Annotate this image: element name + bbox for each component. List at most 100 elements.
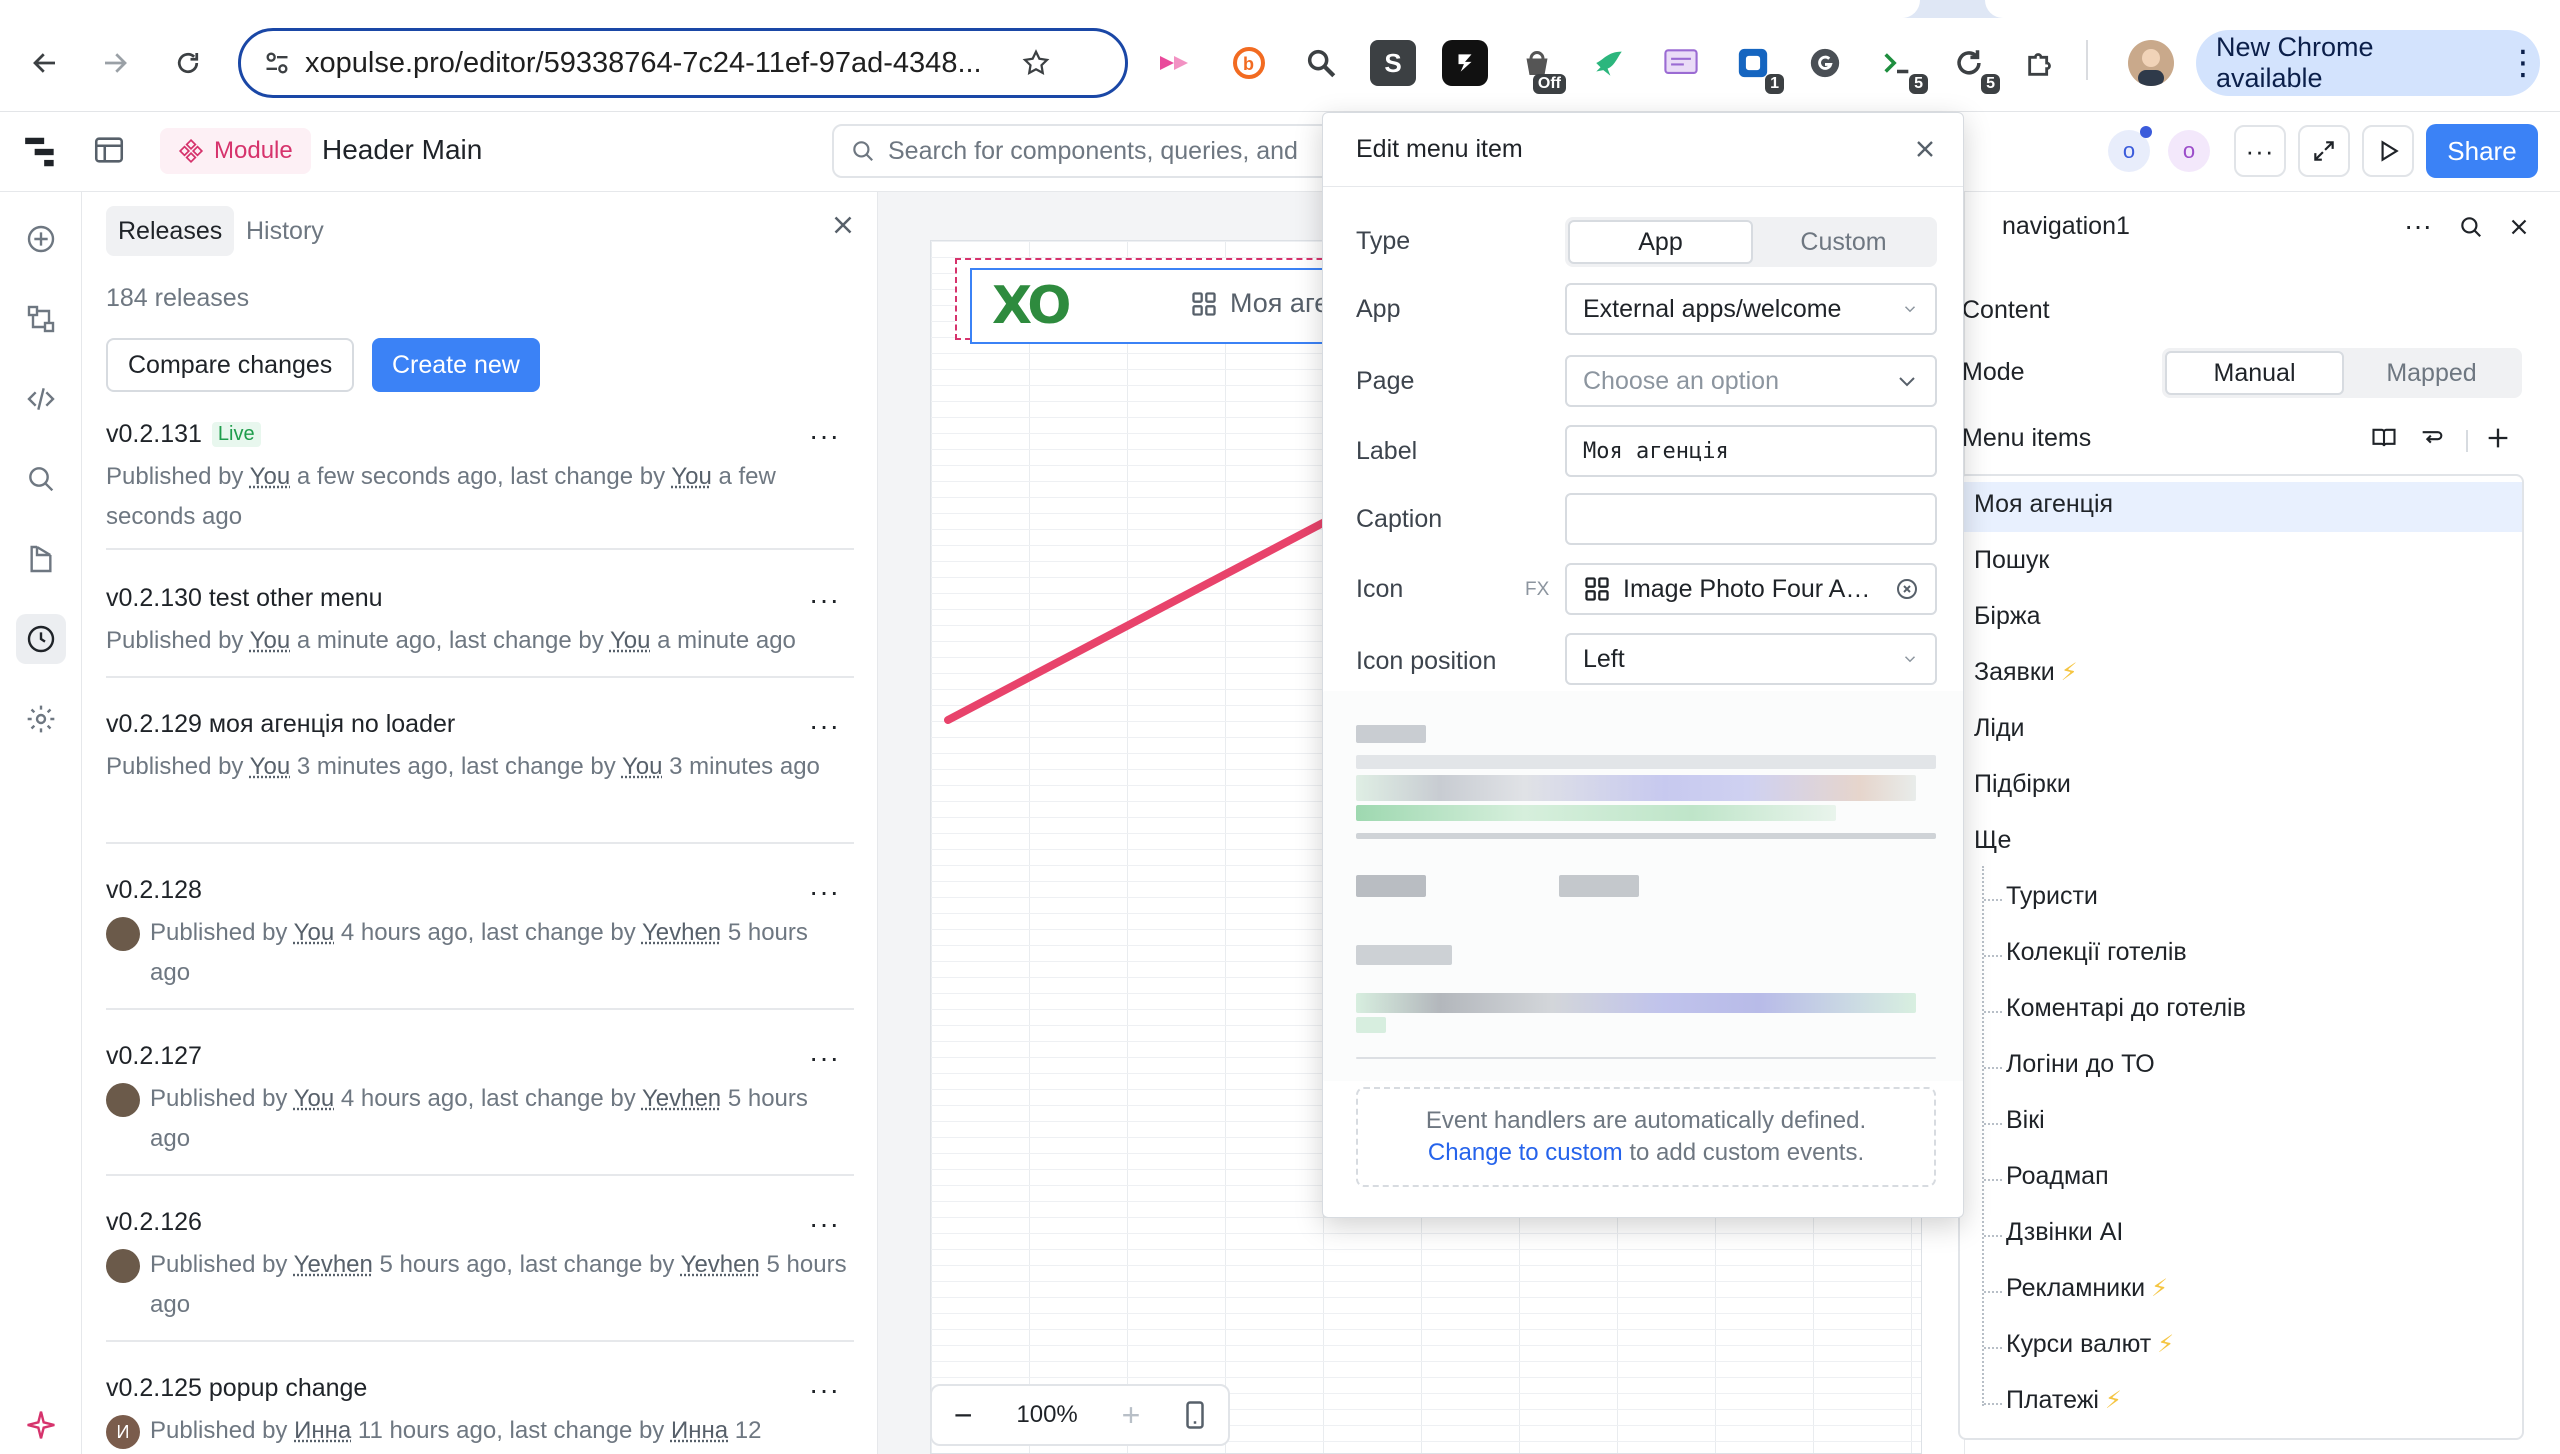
component-name[interactable]: navigation1 — [2002, 212, 2130, 241]
new-chrome-button[interactable]: New Chrome available ⋮ — [2196, 30, 2540, 96]
menu-list-item[interactable]: Платежі ⚡ — [2006, 1386, 2122, 1415]
release-more-icon[interactable]: ··· — [809, 876, 840, 908]
s-ext-icon[interactable]: S — [1370, 40, 1416, 86]
menu-list-item[interactable]: Ще — [1974, 826, 2011, 855]
page-title[interactable]: Header Main — [322, 134, 482, 166]
nav-menu-item[interactable]: Моя аге — [1190, 288, 1329, 319]
arrow-ext-icon[interactable] — [1153, 40, 1199, 86]
component-search-input[interactable]: Search for components, queries, and — [832, 124, 1332, 178]
close-icon[interactable] — [1911, 135, 1939, 163]
menu-list-item[interactable]: Пошук — [1974, 546, 2049, 575]
share-button[interactable]: Share — [2426, 124, 2538, 178]
b-ext-icon[interactable]: b — [1226, 40, 1272, 86]
icon-position-select[interactable]: Left — [1565, 633, 1937, 685]
inspector-search-icon[interactable] — [2458, 214, 2484, 240]
wrap-icon[interactable] — [2418, 424, 2446, 452]
component-tree-icon[interactable] — [16, 294, 66, 344]
state-icon[interactable] — [16, 534, 66, 584]
compare-changes-button[interactable]: Compare changes — [106, 338, 355, 392]
tab-releases[interactable]: Releases — [106, 206, 235, 256]
menu-list-item[interactable]: Коментарі до готелів — [2006, 994, 2246, 1023]
type-toggle[interactable]: App Custom — [1565, 217, 1937, 267]
change-to-custom-link[interactable]: Change to custom — [1428, 1139, 1623, 1166]
puzzle-ext-icon[interactable] — [2018, 40, 2064, 86]
more-options-button[interactable]: ··· — [2234, 125, 2286, 177]
release-item[interactable]: v0.2.130 test other menu ··· Published b… — [106, 584, 854, 678]
type-app[interactable]: App — [1568, 220, 1753, 264]
magnifier-ext-icon[interactable] — [1298, 40, 1344, 86]
inspector-close-icon[interactable] — [2506, 214, 2532, 240]
release-more-icon[interactable]: ··· — [809, 1208, 840, 1240]
menu-list-item[interactable]: Біржа — [1974, 602, 2041, 631]
tools-ext-icon[interactable]: 5 — [1874, 40, 1928, 94]
create-release-button[interactable]: Create new — [372, 338, 540, 392]
release-item[interactable]: v0.2.131 Live ··· Published by You a few … — [106, 420, 854, 550]
release-more-icon[interactable]: ··· — [809, 420, 840, 452]
close-icon[interactable] — [828, 210, 858, 240]
type-custom[interactable]: Custom — [1753, 220, 1934, 264]
address-bar[interactable]: xopulse.pro/editor/59338764-7c24-11ef-97… — [238, 28, 1128, 98]
reload-button[interactable] — [163, 38, 213, 88]
menu-list-item[interactable]: Моя агенція — [1974, 490, 2113, 519]
zoom-in-icon[interactable]: + — [1122, 1397, 1141, 1434]
tab-history[interactable]: History — [234, 206, 336, 256]
label-input[interactable]: Моя агенція — [1565, 425, 1937, 477]
pen-ext-icon[interactable] — [1442, 40, 1488, 86]
grammar-ext-icon[interactable] — [1802, 40, 1848, 86]
menu-list-item[interactable]: Ліди — [1974, 714, 2025, 743]
release-item[interactable]: v0.2.126 ··· Published by Yevhen 5 hours… — [106, 1208, 854, 1342]
kebab-menu-icon[interactable]: ⋮ — [2506, 46, 2540, 80]
code-icon[interactable] — [16, 374, 66, 424]
release-more-icon[interactable]: ··· — [809, 710, 840, 742]
zoom-level[interactable]: 100% — [1016, 1401, 1077, 1429]
back-button[interactable] — [20, 38, 70, 88]
menu-list-item[interactable]: Заявки ⚡ — [1974, 658, 2078, 687]
preview-button[interactable] — [2362, 125, 2414, 177]
settings-gear-icon[interactable] — [16, 694, 66, 744]
app-select[interactable]: External apps/welcome — [1565, 283, 1937, 335]
url-text[interactable]: xopulse.pro/editor/59338764-7c24-11ef-97… — [305, 47, 1005, 80]
page-select[interactable]: Choose an option — [1565, 355, 1937, 407]
menu-list-item[interactable]: Туристи — [2006, 882, 2098, 911]
release-more-icon[interactable]: ··· — [809, 584, 840, 616]
device-icon[interactable] — [1184, 1400, 1206, 1430]
translate-ext-icon[interactable] — [1658, 40, 1704, 86]
release-more-icon[interactable]: ··· — [809, 1374, 840, 1406]
refresh-ext-icon[interactable]: 5 — [1946, 40, 2000, 94]
add-item-icon[interactable] — [2484, 424, 2512, 452]
presence-avatar[interactable]: o — [2168, 130, 2210, 172]
mode-manual[interactable]: Manual — [2165, 351, 2344, 395]
site-info-icon[interactable] — [263, 49, 291, 77]
ai-sparkle-icon[interactable] — [16, 1400, 66, 1450]
fullscreen-button[interactable] — [2298, 125, 2350, 177]
release-item[interactable]: v0.2.125 popup change ··· И Published by … — [106, 1374, 854, 1454]
inactive-tab[interactable] — [1985, 0, 2560, 18]
search-rail-icon[interactable] — [16, 454, 66, 504]
active-tab[interactable] — [0, 0, 1920, 18]
book-icon[interactable] — [2370, 424, 2398, 452]
forward-button[interactable] — [90, 38, 140, 88]
release-more-icon[interactable]: ··· — [809, 1042, 840, 1074]
menu-list-item[interactable]: Дзвінки AI — [2006, 1218, 2123, 1247]
menu-list-item[interactable]: Вікі — [2006, 1106, 2045, 1135]
mode-mapped[interactable]: Mapped — [2344, 351, 2519, 395]
menu-list-item[interactable]: Рекламники ⚡ — [2006, 1274, 2168, 1303]
off-ext-icon[interactable]: Off — [1514, 40, 1566, 94]
inspector-more-icon[interactable]: ··· — [2404, 210, 2432, 242]
content-section-label[interactable]: Content — [1962, 296, 2050, 325]
app-logo-icon[interactable] — [22, 133, 60, 171]
release-item[interactable]: v0.2.127 ··· Published by You 4 hours ag… — [106, 1042, 854, 1176]
bookmark-star-icon[interactable] — [1021, 48, 1051, 78]
releases-icon[interactable] — [16, 614, 66, 664]
mode-toggle[interactable]: Manual Mapped — [2162, 348, 2522, 398]
clear-icon[interactable] — [1895, 577, 1919, 601]
add-component-icon[interactable] — [16, 214, 66, 264]
icon-select[interactable]: Image Photo Four Alt... — [1565, 563, 1937, 615]
menu-list-item[interactable]: Логіни до ТО — [2006, 1050, 2155, 1079]
menu-list-item[interactable]: Колекції готелів — [2006, 938, 2187, 967]
bird-ext-icon[interactable] — [1586, 40, 1632, 86]
menu-list-item[interactable]: Підбірки — [1974, 770, 2071, 799]
counter-ext-icon[interactable]: 1 — [1730, 40, 1784, 94]
menu-list-item[interactable]: Роадмап — [2006, 1162, 2109, 1191]
release-item[interactable]: v0.2.129 моя агенція no loader ··· Publi… — [106, 710, 854, 844]
